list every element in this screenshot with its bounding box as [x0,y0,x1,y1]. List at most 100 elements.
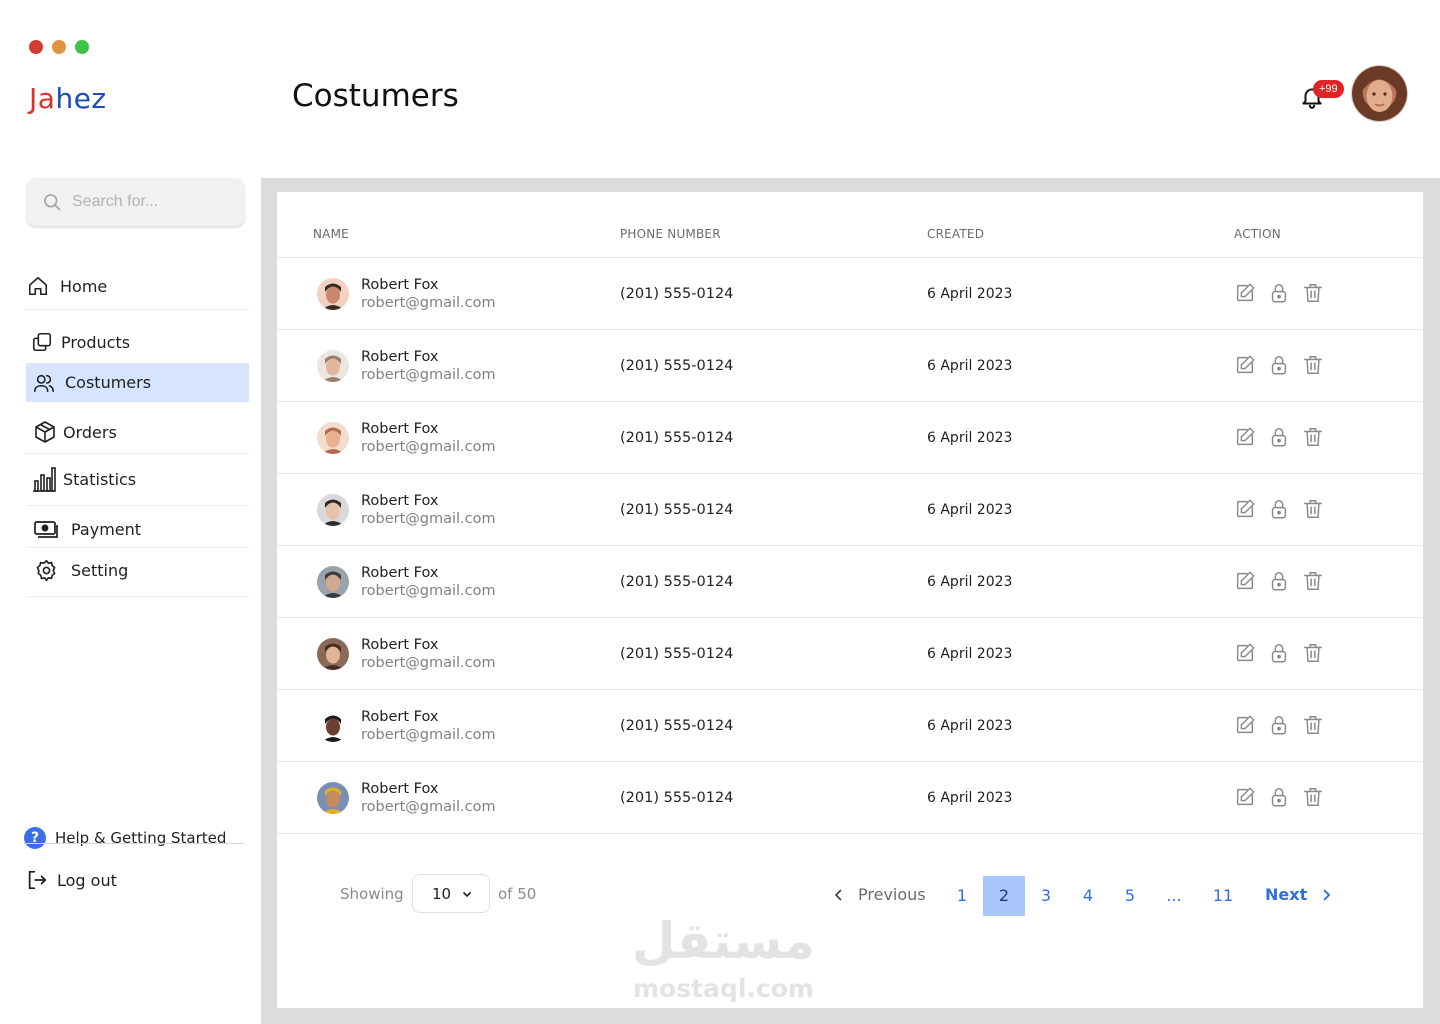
sidebar-item-payment[interactable]: Payment [34,517,257,541]
lock-icon[interactable] [1268,354,1290,376]
page-5-button[interactable]: 5 [1109,876,1151,916]
sidebar-item-statistics[interactable]: Statistics [32,465,255,493]
lock-icon[interactable] [1268,570,1290,592]
customer-email: robert@gmail.com [361,583,496,599]
sidebar-item-label: Home [60,276,108,296]
table-row: Robert Fox robert@gmail.com (201) 555-0124… [277,546,1423,618]
customer-created: 6 April 2023 [927,790,1013,806]
logout-icon [28,870,47,890]
edit-icon[interactable] [1234,426,1256,448]
window-close-button[interactable] [29,40,43,54]
trash-icon[interactable] [1302,282,1324,304]
chevron-left-icon [834,888,842,901]
chevron-down-icon [463,891,472,897]
page-3-button[interactable]: 3 [1025,876,1067,916]
previous-page-button[interactable]: Previous [832,885,926,904]
notification-badge: +99 [1313,80,1344,98]
sidebar-search[interactable] [26,178,245,226]
edit-icon[interactable] [1234,786,1256,808]
brand-logo[interactable]: Jahez [29,82,107,115]
customer-avatar[interactable] [317,494,349,526]
showing-label: Showing [340,885,404,903]
search-input[interactable] [72,193,232,211]
nav-divider [26,309,249,310]
edit-icon[interactable] [1234,642,1256,664]
page-title: Costumers [292,78,459,114]
sidebar-item-label: Payment [71,519,142,539]
help-icon: ? [24,827,46,849]
customer-name: Robert Fox [361,349,439,365]
sidebar-item-label: Orders [63,422,117,442]
watermark-arabic: مستقل [632,912,815,970]
previous-label: Previous [858,885,926,904]
customer-email: robert@gmail.com [361,511,496,527]
logout-button[interactable]: Log out [26,869,117,891]
column-header-action: ACTION [1234,227,1281,241]
trash-icon[interactable] [1302,570,1324,592]
window-minimize-button[interactable] [52,40,66,54]
customer-avatar[interactable] [317,710,349,742]
sidebar-item-costumers[interactable]: Costumers [26,363,249,402]
window-controls [29,40,89,54]
lock-icon[interactable] [1268,786,1290,808]
customer-avatar[interactable] [317,422,349,454]
page-2-button[interactable]: 2 [983,876,1025,916]
sidebar-item-setting[interactable]: Setting [34,558,257,582]
page-11-button[interactable]: 11 [1202,876,1244,916]
customer-name: Robert Fox [361,781,439,797]
edit-icon[interactable] [1234,570,1256,592]
chevron-right-icon [1323,888,1331,901]
sidebar-item-label: Setting [71,560,129,580]
customer-phone: (201) 555-0124 [620,718,734,734]
nav-divider [26,547,249,548]
help-label: Help & Getting Started [55,829,227,847]
trash-icon[interactable] [1302,426,1324,448]
lock-icon[interactable] [1268,498,1290,520]
column-header-phone[interactable]: PHONE NUMBER [620,227,721,241]
lock-icon[interactable] [1268,642,1290,664]
table-row: Robert Fox robert@gmail.com (201) 555-0124… [277,618,1423,690]
customer-avatar[interactable] [317,782,349,814]
page-ellipsis: ... [1166,886,1182,905]
logo-letter: e [73,82,92,115]
customer-avatar[interactable] [317,638,349,670]
column-header-created[interactable]: CREATED [927,227,984,241]
trash-icon[interactable] [1302,642,1324,664]
next-page-button[interactable]: Next [1265,885,1333,904]
edit-icon[interactable] [1234,714,1256,736]
lock-icon[interactable] [1268,714,1290,736]
help-link[interactable]: ? Help & Getting Started [24,827,226,849]
column-header-name[interactable]: NAME [313,227,349,241]
logo-letter: h [55,82,74,115]
trash-icon[interactable] [1302,714,1324,736]
sidebar-item-home[interactable]: Home [26,274,249,298]
page-4-button[interactable]: 4 [1067,876,1109,916]
payment-icon [34,517,58,541]
lock-icon[interactable] [1268,426,1290,448]
sidebar-item-orders[interactable]: Orders [33,420,256,444]
logo-letter: z [91,82,107,115]
edit-icon[interactable] [1234,498,1256,520]
customer-phone: (201) 555-0124 [620,430,734,446]
customer-phone: (201) 555-0124 [620,574,734,590]
per-page-select[interactable]: 10 [412,874,490,913]
customer-name: Robert Fox [361,637,439,653]
trash-icon[interactable] [1302,786,1324,808]
window-zoom-button[interactable] [75,40,89,54]
user-avatar[interactable] [1352,66,1407,121]
lock-icon[interactable] [1268,282,1290,304]
customer-avatar[interactable] [317,566,349,598]
total-count-label: of 50 [498,885,537,903]
box-icon [33,420,57,444]
sidebar-item-products[interactable]: Products [30,330,253,354]
edit-icon[interactable] [1234,282,1256,304]
customer-avatar[interactable] [317,350,349,382]
trash-icon[interactable] [1302,354,1324,376]
logo-letter: a [37,82,56,115]
edit-icon[interactable] [1234,354,1256,376]
customer-avatar[interactable] [317,278,349,310]
trash-icon[interactable] [1302,498,1324,520]
customer-created: 6 April 2023 [927,286,1013,302]
customer-email: robert@gmail.com [361,439,496,455]
page-1-button[interactable]: 1 [941,876,983,916]
